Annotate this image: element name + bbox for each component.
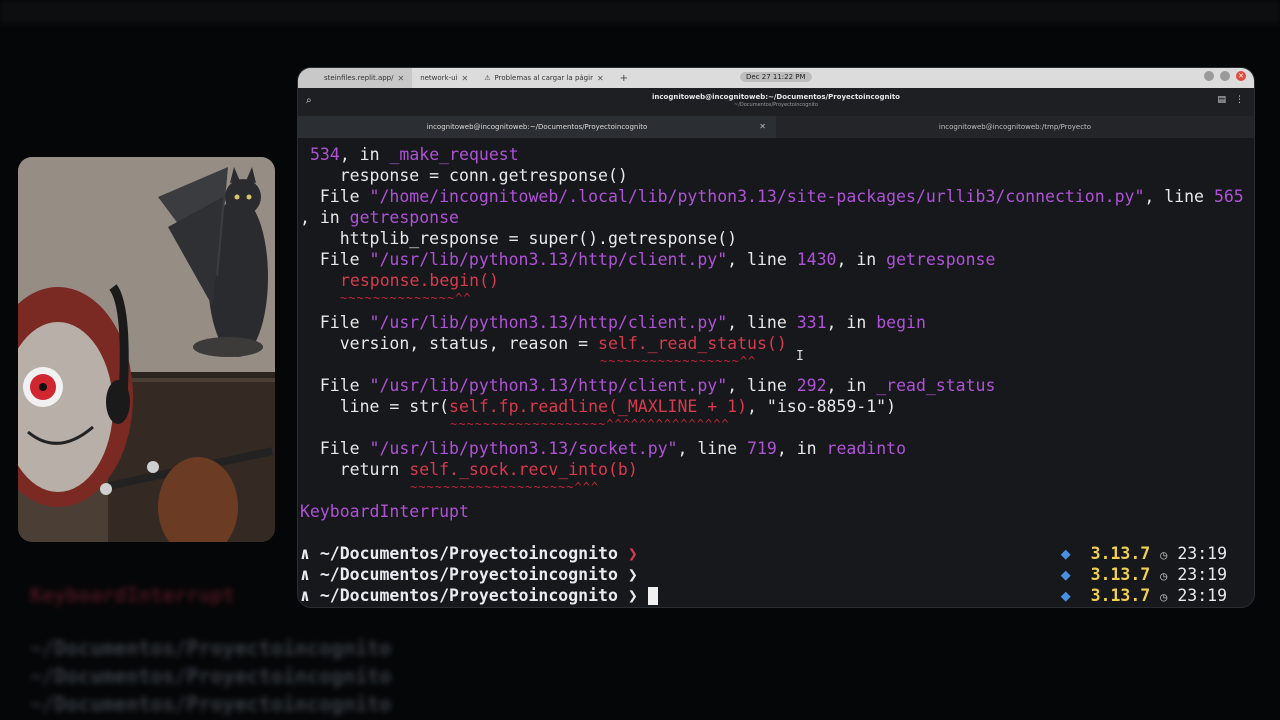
browser-tab-3-label: Problemas al cargar la págir bbox=[494, 74, 593, 82]
menu-grid-icon[interactable]: ▤ bbox=[1217, 95, 1226, 105]
trace-line: httplib_response = super().getresponse() bbox=[300, 229, 738, 248]
terminal-headerbar: ⌕ incognitoweb@incognitoweb:~/Documentos… bbox=[298, 88, 1254, 116]
trace-line: File "/usr/lib/python3.13/http/client.py… bbox=[300, 250, 996, 269]
trace-line: File "/home/incognitoweb/.local/lib/pyth… bbox=[300, 187, 1244, 206]
minimize-icon[interactable] bbox=[1204, 71, 1214, 81]
window-subtitle: ~/Documentos/Proyectoincognito bbox=[734, 102, 818, 108]
trace-line: File "/usr/lib/python3.13/http/client.py… bbox=[300, 376, 996, 395]
maximize-icon[interactable] bbox=[1220, 71, 1230, 81]
prompt-right-3: ◆ 3.13.7 ◷ 23:19 bbox=[1060, 586, 1227, 605]
trace-line: 534, in _make_request bbox=[310, 145, 519, 164]
prompt-right-2: ◆ 3.13.7 ◷ 23:19 bbox=[1060, 565, 1227, 584]
prompt-right-1: ◆ 3.13.7 ◷ 23:19 bbox=[1060, 544, 1227, 563]
trace-underline: ~~~~~~~~~~~~~~^^ bbox=[340, 291, 472, 305]
webcam-overlay bbox=[18, 157, 275, 542]
terminal-tab-2-label: incognitoweb@incognitoweb:/tmp/Proyecto bbox=[938, 123, 1092, 131]
prompt-line-2: ∧ ~/Documentos/Proyectoincognito ❯ bbox=[300, 565, 638, 584]
trace-line: File "/usr/lib/python3.13/http/client.py… bbox=[300, 313, 926, 332]
clock-icon: ◷ bbox=[1160, 590, 1168, 604]
clock-datetime[interactable]: Dec 27 11:22 PM bbox=[740, 72, 812, 82]
keyboard-interrupt-line: KeyboardInterrupt bbox=[300, 502, 469, 521]
browser-tab-1-label: steinfiles.replit.app/ bbox=[324, 74, 394, 82]
trace-line: response = conn.getresponse() bbox=[300, 166, 628, 185]
python-dot-icon: ◆ bbox=[1060, 565, 1071, 584]
window-title: incognitoweb@incognitoweb:~/Documentos/P… bbox=[651, 93, 900, 101]
close-icon[interactable]: ✕ bbox=[759, 116, 766, 138]
trace-line: , in getresponse bbox=[300, 208, 459, 227]
close-icon[interactable]: ✕ bbox=[462, 74, 469, 83]
more-options-icon[interactable]: ⋮ bbox=[1235, 95, 1244, 105]
terminal-cursor[interactable] bbox=[647, 587, 658, 605]
close-icon[interactable]: ✕ bbox=[397, 74, 404, 83]
bg-keyboardinterrupt: KeyboardInterrupt bbox=[30, 583, 235, 607]
terminal-tab-1[interactable]: incognitoweb@incognitoweb:~/Documentos/P… bbox=[298, 116, 776, 138]
terminal-tabstrip: incognitoweb@incognitoweb:~/Documentos/P… bbox=[298, 116, 1254, 138]
browser-tab-1[interactable]: steinfiles.replit.app/ ✕ bbox=[298, 68, 413, 88]
new-tab-plus-icon[interactable]: + bbox=[612, 73, 636, 84]
bg-prompt-3: ~/Documentos/Proyectoincognito bbox=[30, 692, 392, 716]
close-icon[interactable]: ✕ bbox=[597, 74, 604, 83]
terminal-tab-1-label: incognitoweb@incognitoweb:~/Documentos/P… bbox=[426, 123, 648, 131]
trace-underline: ~~~~~~~~~~~~~~~~~^^ bbox=[600, 354, 757, 368]
text-cursor-icon: I bbox=[796, 349, 804, 364]
trace-underline: ~~~~~~~~~~~~~~~~~~~^^^^^^^^^^^^^^^ bbox=[450, 417, 730, 431]
python-dot-icon: ◆ bbox=[1060, 586, 1071, 605]
clock-icon: ◷ bbox=[1160, 548, 1168, 562]
clock-icon: ◷ bbox=[1160, 569, 1168, 583]
warning-icon: ⚠ bbox=[484, 74, 491, 82]
browser-tab-3[interactable]: ⚠ Problemas al cargar la págir ✕ bbox=[476, 68, 611, 88]
browser-tab-2-label: network-ui bbox=[420, 74, 458, 82]
prompt-line-1: ∧ ~/Documentos/Proyectoincognito ❯ bbox=[300, 544, 638, 563]
prompt-line-3[interactable]: ∧ ~/Documentos/Proyectoincognito ❯ bbox=[300, 585, 658, 606]
terminal-tab-2[interactable]: incognitoweb@incognitoweb:/tmp/Proyecto bbox=[776, 116, 1254, 138]
terminal-window: steinfiles.replit.app/ ✕ network-ui ✕ ⚠ … bbox=[297, 67, 1255, 608]
browser-tab-2[interactable]: network-ui ✕ bbox=[412, 68, 476, 88]
python-dot-icon: ◆ bbox=[1060, 544, 1071, 563]
terminal-output[interactable]: 534, in _make_request response = conn.ge… bbox=[298, 144, 1254, 607]
trace-underline: ~~~~~~~~~~~~~~~~~~~~^^^ bbox=[410, 480, 600, 494]
bg-prompt-1: ~/Documentos/Proyectoincognito bbox=[30, 636, 392, 660]
trace-line: File "/usr/lib/python3.13/socket.py", li… bbox=[300, 439, 907, 458]
bg-prompt-2: ~/Documentos/Proyectoincognito bbox=[30, 664, 392, 688]
browser-topbar: steinfiles.replit.app/ ✕ network-ui ✕ ⚠ … bbox=[298, 68, 1254, 88]
window-close-icon[interactable]: ✕ bbox=[1236, 71, 1246, 81]
window-controls: ✕ bbox=[1204, 71, 1246, 81]
